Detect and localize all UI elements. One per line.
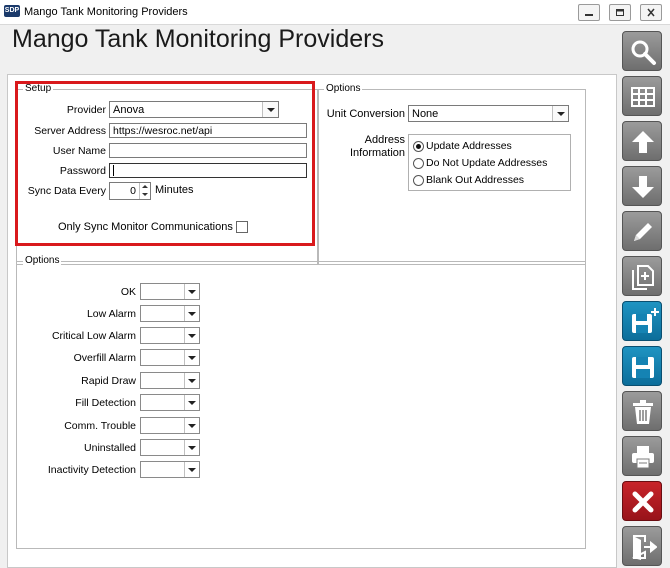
options-bottom-legend: Options bbox=[23, 255, 62, 266]
maximize-icon bbox=[616, 9, 624, 16]
option-label-ok: OK bbox=[120, 286, 136, 298]
option-select-rapid-draw[interactable] bbox=[140, 372, 200, 389]
update-addresses-label: Update Addresses bbox=[426, 140, 512, 152]
move-down-button[interactable] bbox=[622, 166, 662, 206]
options-top-legend: Options bbox=[324, 83, 363, 94]
grid-icon bbox=[631, 87, 655, 107]
blank-out-addresses-label: Blank Out Addresses bbox=[426, 174, 525, 186]
chevron-down-icon bbox=[184, 328, 199, 343]
unit-conversion-select[interactable]: None bbox=[408, 105, 569, 122]
option-select-fill-detection[interactable] bbox=[140, 394, 200, 411]
save-icon bbox=[632, 357, 654, 378]
do-not-update-addresses-label: Do Not Update Addresses bbox=[426, 157, 548, 169]
option-label-inactivity-detection: Inactivity Detection bbox=[47, 464, 136, 476]
arrow-down-icon bbox=[632, 176, 654, 198]
address-info-label-1: Address bbox=[364, 134, 405, 146]
minimize-icon bbox=[585, 14, 593, 16]
exit-button[interactable] bbox=[622, 526, 662, 566]
update-addresses-radio[interactable] bbox=[413, 141, 424, 152]
chevron-down-icon bbox=[184, 306, 199, 321]
save-new-button[interactable] bbox=[622, 301, 662, 341]
move-up-button[interactable] bbox=[622, 121, 662, 161]
option-label-overfill-alarm: Overfill Alarm bbox=[73, 352, 136, 364]
option-select-low-alarm[interactable] bbox=[140, 305, 200, 322]
close-icon bbox=[647, 8, 655, 17]
option-select-critical-low-alarm[interactable] bbox=[140, 327, 200, 344]
option-label-fill-detection: Fill Detection bbox=[75, 397, 136, 409]
copy-document-icon bbox=[632, 265, 654, 290]
chevron-down-icon bbox=[184, 440, 199, 455]
maximize-button[interactable] bbox=[609, 4, 631, 21]
option-select-ok[interactable] bbox=[140, 283, 200, 300]
window-titlebar: SDP Mango Tank Monitoring Providers bbox=[0, 0, 670, 25]
search-button[interactable] bbox=[622, 31, 662, 71]
option-select-comm-trouble[interactable] bbox=[140, 417, 200, 434]
arrow-up-icon bbox=[632, 131, 654, 153]
blank-out-addresses-radio[interactable] bbox=[413, 175, 424, 186]
copy-button[interactable] bbox=[622, 256, 662, 296]
unit-conversion-value: None bbox=[412, 108, 439, 120]
option-label-rapid-draw: Rapid Draw bbox=[81, 375, 136, 387]
save-button[interactable] bbox=[622, 346, 662, 386]
x-icon bbox=[632, 491, 654, 513]
app-logo-icon: SDP bbox=[4, 5, 20, 17]
chevron-down-icon bbox=[184, 350, 199, 365]
close-window-button[interactable] bbox=[640, 4, 662, 21]
delete-button[interactable] bbox=[622, 391, 662, 431]
magnifier-icon bbox=[631, 40, 656, 65]
minimize-button[interactable] bbox=[578, 4, 600, 21]
window-title: Mango Tank Monitoring Providers bbox=[24, 6, 188, 18]
option-label-critical-low-alarm: Critical Low Alarm bbox=[51, 330, 136, 342]
option-select-uninstalled[interactable] bbox=[140, 439, 200, 456]
chevron-down-icon bbox=[184, 395, 199, 410]
chevron-down-icon bbox=[184, 284, 199, 299]
trash-icon bbox=[633, 400, 653, 424]
chevron-down-icon bbox=[184, 462, 199, 477]
highlight-box bbox=[15, 81, 315, 246]
option-label-low-alarm: Low Alarm bbox=[86, 308, 136, 320]
page-title: Mango Tank Monitoring Providers bbox=[12, 25, 384, 53]
option-label-uninstalled: Uninstalled bbox=[84, 442, 136, 454]
chevron-down-icon bbox=[184, 373, 199, 388]
option-label-comm-trouble: Comm. Trouble bbox=[64, 420, 136, 432]
chevron-down-icon bbox=[552, 106, 568, 121]
option-select-inactivity-detection[interactable] bbox=[140, 461, 200, 478]
exit-door-icon bbox=[632, 535, 657, 560]
cancel-button[interactable] bbox=[622, 481, 662, 521]
printer-icon bbox=[632, 446, 654, 469]
pencil-icon bbox=[634, 223, 652, 241]
print-button[interactable] bbox=[622, 436, 662, 476]
save-plus-icon bbox=[632, 308, 659, 333]
chevron-down-icon bbox=[184, 418, 199, 433]
option-select-overfill-alarm[interactable] bbox=[140, 349, 200, 366]
edit-button[interactable] bbox=[622, 211, 662, 251]
grid-button[interactable] bbox=[622, 76, 662, 116]
unit-conversion-label: Unit Conversion bbox=[326, 108, 405, 120]
address-info-label-2: Information bbox=[349, 147, 405, 159]
do-not-update-addresses-radio[interactable] bbox=[413, 158, 424, 169]
